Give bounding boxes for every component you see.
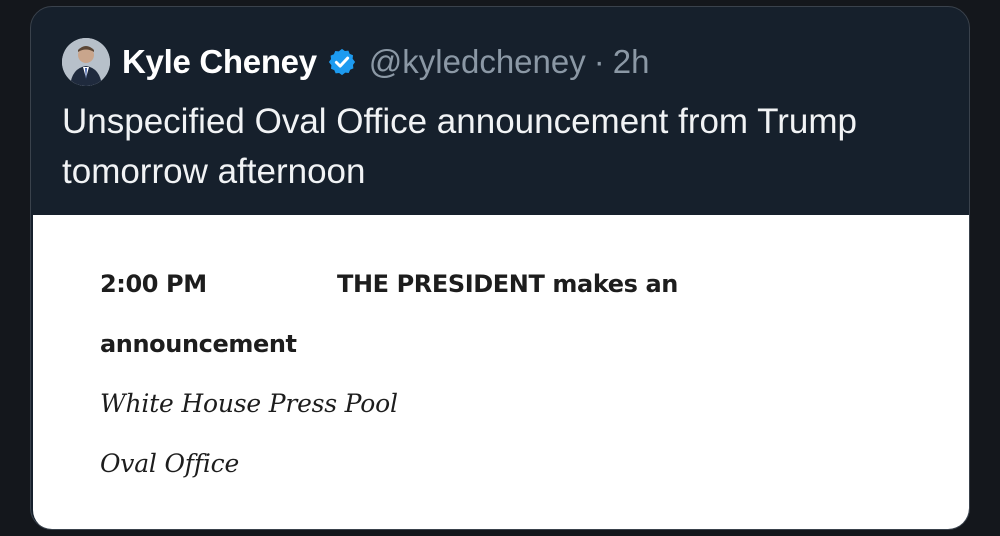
- schedule-event-line-1: THE PRESIDENT makes an: [337, 270, 678, 298]
- avatar-image: [62, 38, 110, 86]
- tweet-card[interactable]: Kyle Cheney @kyledcheney · 2h Unspecifie…: [30, 6, 970, 530]
- separator-dot: ·: [593, 43, 605, 80]
- tweet-header: Kyle Cheney @kyledcheney · 2h: [62, 32, 649, 92]
- attached-image[interactable]: 2:00 PM THE PRESIDENT makes an announcem…: [33, 215, 969, 529]
- schedule-coverage: White House Press Pool: [100, 389, 398, 418]
- author-name[interactable]: Kyle Cheney: [122, 43, 317, 81]
- schedule-time: 2:00 PM: [100, 270, 207, 298]
- schedule-event-line-2: announcement: [100, 330, 297, 358]
- tweet-text: Unspecified Oval Office announcement fro…: [62, 102, 858, 191]
- author-handle[interactable]: @kyledcheney: [369, 43, 586, 81]
- avatar[interactable]: [62, 38, 110, 86]
- tweet-timestamp[interactable]: 2h: [613, 43, 650, 81]
- verified-badge-icon: [327, 47, 357, 77]
- schedule-location: Oval Office: [100, 449, 240, 478]
